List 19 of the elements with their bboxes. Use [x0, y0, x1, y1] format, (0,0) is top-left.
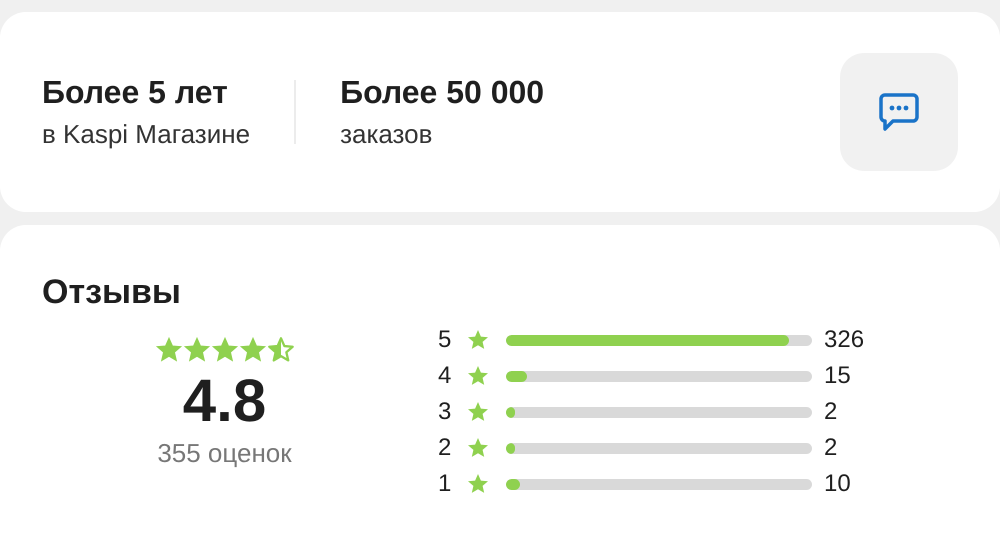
star-level-label: 1: [438, 470, 452, 498]
rating-count: 355 оценок: [157, 438, 292, 469]
review-count: 15: [824, 362, 851, 390]
stat-title: Более 5 лет: [42, 74, 229, 111]
rating-value: 4.8: [182, 368, 266, 434]
review-count: 326: [824, 326, 864, 354]
star-level-label: 3: [438, 398, 452, 426]
stat-subtitle: заказов: [340, 119, 434, 150]
stat-subtitle: в Kaspi Магазине: [42, 119, 250, 150]
star-level-label: 5: [438, 326, 452, 354]
chat-icon: [877, 91, 921, 133]
section-title: Отзывы: [42, 273, 182, 312]
review-count: 10: [824, 470, 851, 498]
chat-button[interactable]: [840, 53, 958, 171]
review-count: 2: [824, 398, 838, 426]
star-level-label: 2: [438, 434, 452, 462]
star-level-label: 4: [438, 362, 452, 390]
stat-title: Более 50 000: [340, 74, 544, 111]
review-count: 2: [824, 434, 838, 462]
